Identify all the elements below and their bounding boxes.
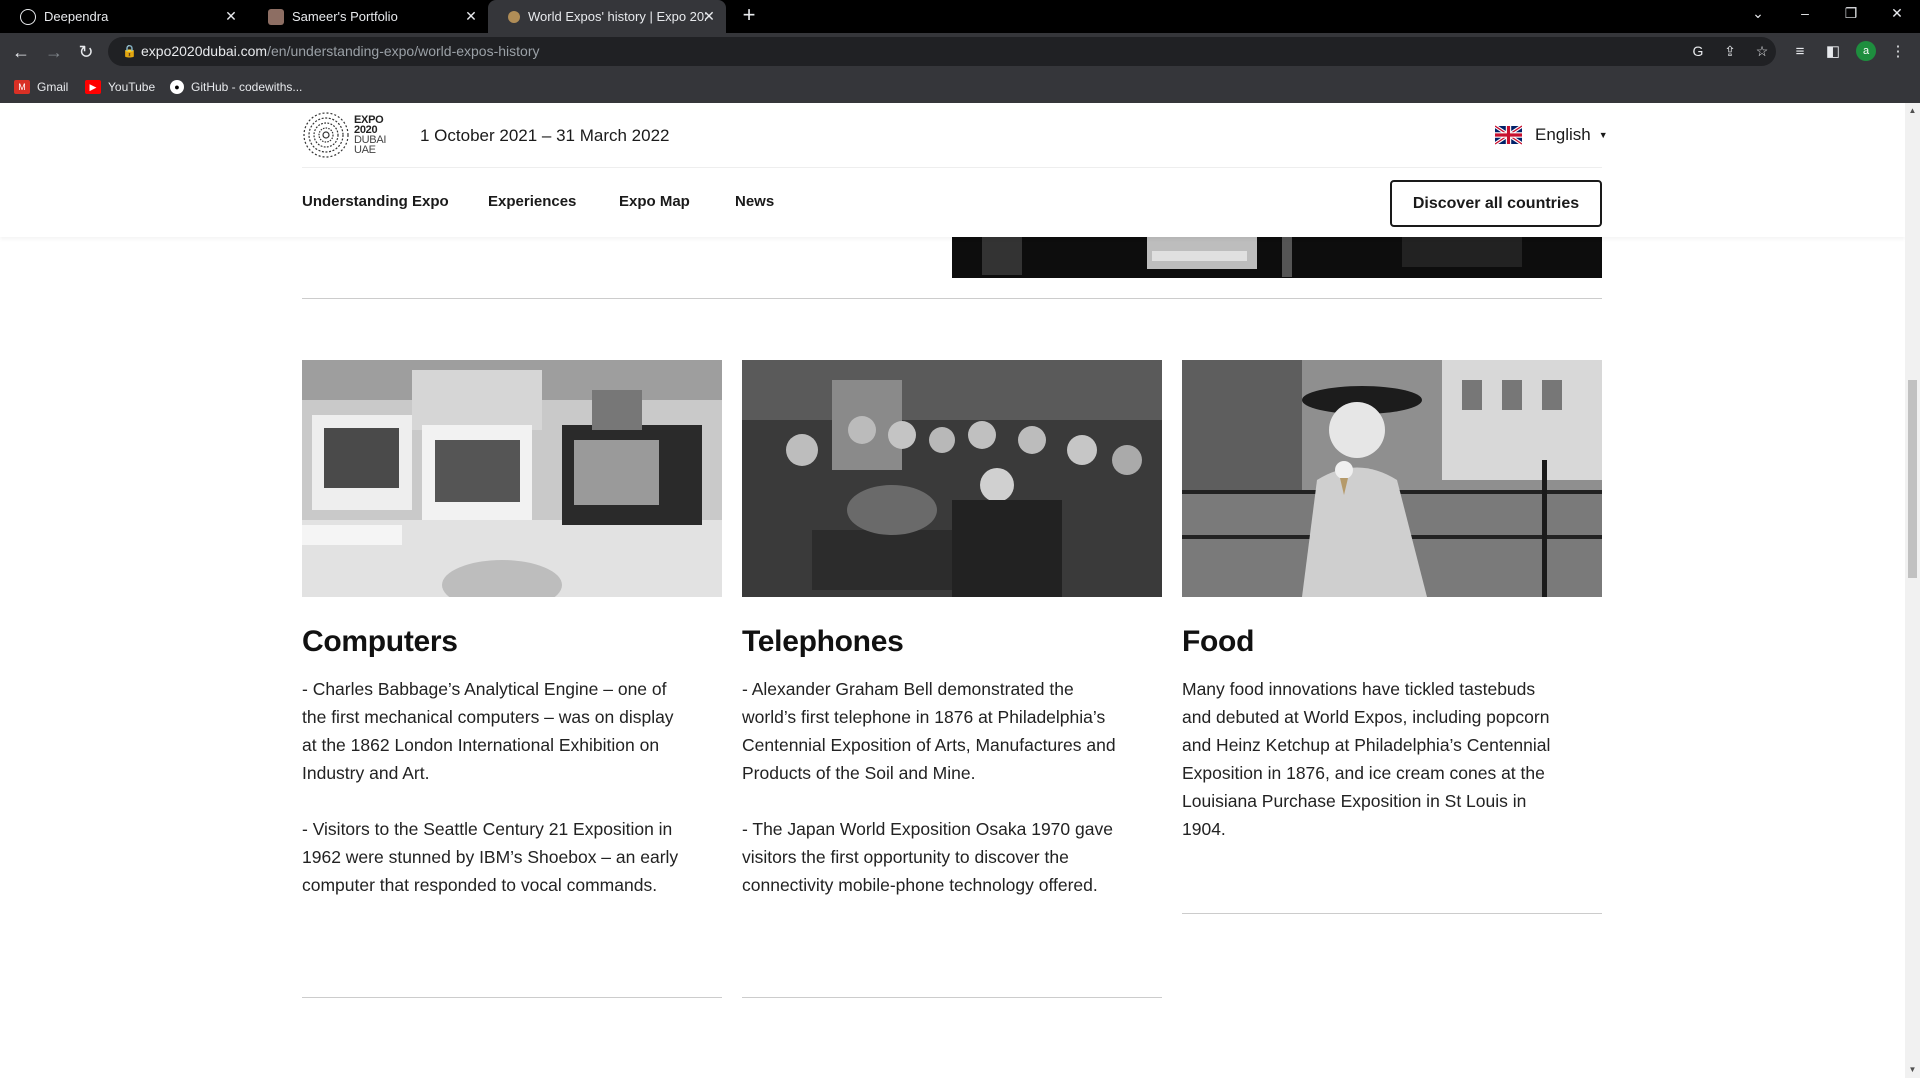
browser-toolbar: ← → ↻ 🔒 expo2020dubai.com/en/understandi…	[0, 33, 1920, 70]
share-icon[interactable]: ⇪	[1721, 42, 1739, 60]
gmail-icon: M	[14, 80, 30, 94]
vintage-equipment-image	[952, 237, 1602, 278]
tab-title: Sameer's Portfolio	[292, 9, 398, 24]
nav-news[interactable]: News	[735, 193, 774, 210]
computers-photo	[302, 360, 722, 597]
back-icon[interactable]: ←	[10, 41, 32, 63]
reload-icon[interactable]: ↻	[75, 41, 97, 63]
card-body: - Charles Babbage’s Analytical Engine – …	[302, 675, 682, 899]
scrollbar-thumb[interactable]	[1908, 380, 1917, 578]
browser-tab-bar: Deependra ✕ Sameer's Portfolio ✕ World E…	[0, 0, 1920, 33]
menu-kebab-icon[interactable]: ⋮	[1887, 41, 1909, 63]
youtube-icon: ▶	[85, 80, 101, 94]
close-icon[interactable]: ✕	[702, 9, 716, 23]
bookmarks-bar: M Gmail ▶ YouTube ● GitHub - codewiths..…	[0, 70, 1920, 103]
expo-logo-text: EXPO 2020 DUBAI UAE	[354, 114, 387, 156]
card-paragraph: Many food innovations have tickled taste…	[1182, 679, 1551, 839]
google-lens-icon[interactable]: G	[1689, 42, 1707, 60]
language-selector[interactable]: English ▼	[1495, 124, 1608, 146]
address-bar[interactable]: 🔒 expo2020dubai.com/en/understanding-exp…	[108, 37, 1776, 66]
restore-icon[interactable]: ❐	[1841, 5, 1861, 22]
uk-flag-icon	[1495, 124, 1522, 146]
profile-avatar[interactable]: a	[1856, 41, 1876, 61]
history-card-telephones: Telephones - Alexander Graham Bell demon…	[742, 360, 1162, 899]
tab-deependra[interactable]: Deependra ✕	[0, 0, 248, 33]
card-paragraph: - Visitors to the Seattle Century 21 Exp…	[302, 819, 679, 895]
bookmark-label: Gmail	[37, 80, 69, 94]
card-bottom-divider	[302, 997, 722, 998]
caret-down-icon: ▼	[1598, 130, 1608, 140]
card-title: Computers	[302, 625, 458, 658]
telephones-photo	[742, 360, 1162, 597]
portfolio-favicon-icon	[268, 8, 284, 25]
bookmark-youtube[interactable]: ▶ YouTube	[85, 77, 155, 97]
expo-dates: 1 October 2021 – 31 March 2022	[420, 126, 670, 145]
minimize-icon[interactable]: –	[1795, 5, 1815, 21]
expo-logo-mark-icon	[303, 112, 349, 158]
header-divider	[302, 167, 1602, 168]
bookmark-github[interactable]: ● GitHub - codewiths...	[170, 77, 302, 97]
close-icon[interactable]: ✕	[464, 9, 478, 23]
globe-icon	[20, 8, 36, 25]
forward-icon[interactable]: →	[43, 41, 65, 63]
card-title: Telephones	[742, 625, 904, 658]
card-bottom-divider	[1182, 913, 1602, 914]
nav-understanding-expo[interactable]: Understanding Expo	[302, 193, 449, 210]
scroll-up-icon[interactable]: ▲	[1908, 106, 1917, 115]
tab-search-icon[interactable]: ⌄	[1748, 5, 1768, 22]
bookmark-label: YouTube	[108, 80, 156, 94]
card-body: Many food innovations have tickled taste…	[1182, 675, 1562, 843]
card-title: Food	[1182, 625, 1255, 658]
section-divider	[302, 298, 1602, 299]
reading-list-icon[interactable]: ≡	[1789, 41, 1811, 63]
nav-experiences[interactable]: Experiences	[488, 193, 576, 210]
history-card-computers: Computers - Charles Babbage’s Analytical…	[302, 360, 722, 899]
bookmark-gmail[interactable]: M Gmail	[14, 77, 68, 97]
close-icon[interactable]: ✕	[224, 9, 238, 23]
card-bottom-divider	[742, 997, 1162, 998]
nav-expo-map[interactable]: Expo Map	[619, 193, 690, 210]
github-icon: ●	[170, 80, 184, 94]
card-paragraph: - The Japan World Exposition Osaka 1970 …	[742, 819, 1113, 895]
tab-world-expos-history[interactable]: World Expos' history | Expo 2020 ✕	[488, 0, 726, 33]
tab-title: World Expos' history | Expo 2020	[528, 9, 706, 24]
card-paragraph: - Charles Babbage’s Analytical Engine – …	[302, 679, 674, 783]
close-window-icon[interactable]: ✕	[1887, 5, 1907, 22]
card-body: - Alexander Graham Bell demonstrated the…	[742, 675, 1122, 899]
language-label: English	[1535, 125, 1591, 144]
expo-logo[interactable]: EXPO 2020 DUBAI UAE	[302, 111, 394, 159]
previous-section-image	[952, 237, 1602, 278]
lock-icon[interactable]: 🔒	[122, 44, 137, 58]
site-header: EXPO 2020 DUBAI UAE 1 October 2021 – 31 …	[0, 103, 1905, 237]
card-paragraph: - Alexander Graham Bell demonstrated the…	[742, 679, 1116, 783]
bookmark-star-icon[interactable]: ☆	[1753, 42, 1771, 60]
bookmark-label: GitHub - codewiths...	[191, 80, 303, 94]
tab-title: Deependra	[44, 9, 109, 24]
food-photo	[1182, 360, 1602, 597]
page-scrollbar[interactable]: ▲ ▼	[1905, 103, 1920, 1078]
discover-all-countries-button[interactable]: Discover all countries	[1390, 180, 1602, 227]
scroll-down-icon[interactable]: ▼	[1908, 1065, 1917, 1074]
page-viewport: EXPO 2020 DUBAI UAE 1 October 2021 – 31 …	[0, 103, 1905, 1078]
url-text[interactable]: expo2020dubai.com/en/understanding-expo/…	[141, 43, 539, 59]
side-panel-icon[interactable]: ◧	[1822, 41, 1844, 63]
tab-portfolio[interactable]: Sameer's Portfolio ✕	[248, 0, 488, 33]
new-tab-icon[interactable]: +	[738, 4, 760, 27]
expo-favicon-icon	[508, 10, 520, 23]
history-card-food: Food Many food innovations have tickled …	[1182, 360, 1602, 843]
